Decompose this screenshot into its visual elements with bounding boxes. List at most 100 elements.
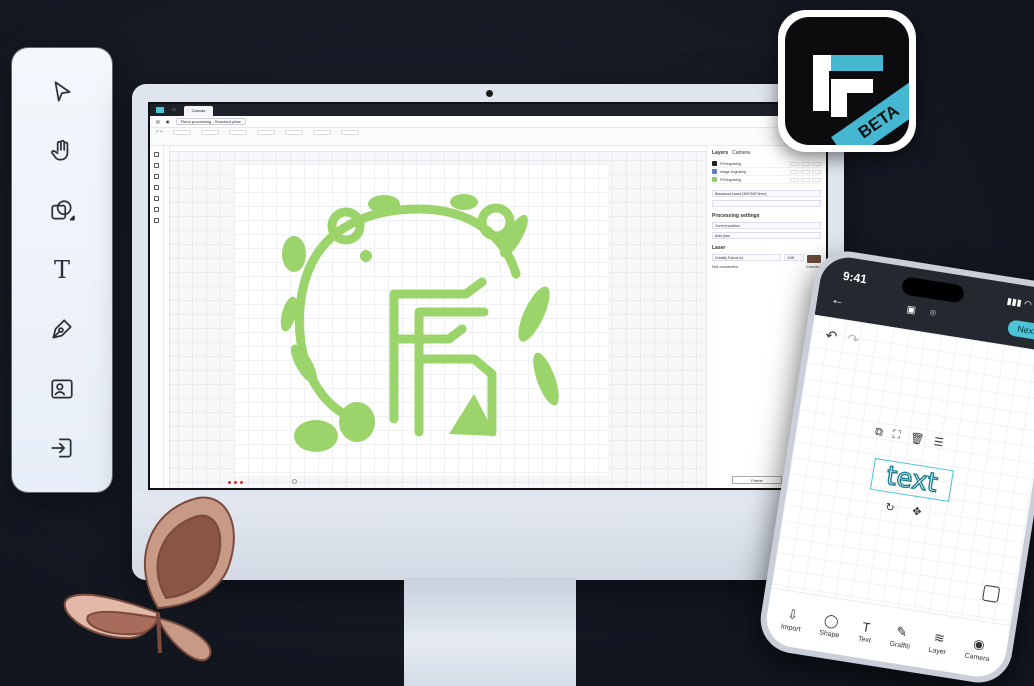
cursor-arrow-icon [54,81,71,102]
butterfly-decoration [63,496,235,662]
app-left-tools [150,146,164,488]
delete-icon[interactable]: 🗑 [909,431,925,446]
import-tool-button[interactable] [40,426,84,470]
ruler-horizontal [164,146,709,152]
nav-shape[interactable]: ◯ Shape [819,612,843,639]
text-tool-button[interactable]: T [40,248,84,292]
image-tool-button[interactable] [40,367,84,411]
undo-redo[interactable]: ↶ ↷ [156,130,163,134]
processing-section: Processing settings Current position Aut… [712,213,821,239]
layer-params[interactable] [790,177,821,182]
tab-layers[interactable]: Layers [712,150,728,156]
layer-name: Fill engraving [720,161,741,166]
brush-icon: ✎ [895,623,909,641]
fit-screen-icon[interactable] [981,584,1001,603]
select-tool-button[interactable] [40,70,84,114]
corner-field[interactable] [340,130,359,135]
properties-toolbar: ↶ ↷ [150,128,826,146]
app-logo-icon [156,107,164,113]
settings-icon[interactable]: ☰ [933,435,945,449]
mini-tool[interactable] [154,152,159,157]
design-canvas[interactable] [164,146,709,488]
size-field[interactable] [284,130,303,135]
status-icons: ▮▮▮ ◠ ▭ [1006,295,1034,312]
layer-name: Fill engraving [720,177,741,182]
save-icon[interactable]: ▣ [166,119,170,124]
shape-tool-button[interactable] [40,189,84,233]
camera-scan-icon[interactable]: ⌾ [929,308,937,320]
undo-icon[interactable]: ↶ [824,327,838,346]
frame-button[interactable]: Frame [732,476,782,484]
text-object[interactable]: text [869,457,954,503]
mini-tool[interactable] [154,185,159,190]
nav-import[interactable]: ⇩ Import [780,606,804,633]
rotate-field[interactable] [312,130,331,135]
work-area[interactable] [234,164,608,476]
home-icon[interactable]: ⌂ [172,107,176,113]
canvas-origin-marks [228,481,243,484]
tab-canvas[interactable]: Canvas [183,106,214,116]
mini-tool[interactable] [154,207,159,212]
nav-layer[interactable]: ≋ Layer [928,629,949,656]
device-icon[interactable]: ▣ [906,304,917,316]
mini-tool[interactable] [154,174,159,179]
redo-icon[interactable]: ↷ [846,330,860,349]
layer-row[interactable]: Fill engraving [712,176,821,184]
undo-icon[interactable]: ↶ ↷ [156,130,163,134]
status-time: 9:41 [841,268,868,287]
desktop-app-window: ⌂ Canvas ▤ ▣ Plane processing - Standard… [148,102,828,490]
app-icon: BETA [778,10,916,152]
import-icon [51,438,72,458]
file-selector[interactable]: Plane processing - Standard plate [175,118,246,125]
text-icon: T [53,255,70,284]
duplicate-icon[interactable]: ⧉ [874,426,884,440]
mini-tool[interactable] [154,196,159,201]
nav-text[interactable]: T Text [858,618,874,644]
transform-handles: ↻ ✥ [884,500,922,519]
nav-graffiti[interactable]: ✎ Graffiti [889,623,913,651]
position-field[interactable] [256,130,275,135]
mini-tool[interactable] [154,218,159,223]
mini-tool[interactable] [154,163,159,168]
zoom-control[interactable] [292,479,297,484]
laser-device-select[interactable]: Creality Falcon A1 [712,254,781,261]
hand-icon [51,140,69,161]
laser-power[interactable]: 10W [784,254,804,261]
layer-row[interactable]: Image engraving [712,168,821,176]
app-menubar: ▤ ▣ Plane processing - Standard plate [150,116,826,128]
header-actions: ▣ ⌾ [906,304,937,319]
material-section: Basswood board (300*300*3mm) [712,190,821,207]
pan-tool-button[interactable] [40,129,84,173]
monitor-stand [404,578,576,686]
nav-label: Text [857,635,872,644]
tab-camera[interactable]: Camera [732,150,750,156]
object-actions: ⧉ ⛶ 🗑 ☰ [874,426,945,450]
layer-row[interactable]: Fill engraving [712,160,821,168]
next-button[interactable]: Next [1007,319,1034,341]
app-titlebar: ⌂ Canvas [150,104,826,116]
nav-camera[interactable]: ◉ Camera [964,635,993,664]
camera-dot [486,90,493,97]
start-position-select[interactable]: Current position [712,222,821,229]
prop-field[interactable] [172,130,191,135]
material-select[interactable]: Basswood board (300*300*3mm) [712,190,821,197]
move-handle-icon[interactable]: ✥ [911,505,922,519]
menu-icon[interactable]: ▤ [156,119,160,124]
back-arrow-icon[interactable]: ← [830,291,845,308]
pen-icon [52,319,72,339]
layer-params[interactable] [790,169,821,174]
rotate-handle-icon[interactable]: ↻ [884,500,895,514]
artwork-monogram[interactable] [234,164,608,476]
layer-color-swatch [712,161,717,166]
processing-title: Processing settings [712,213,760,219]
import-icon: ⇩ [786,606,800,623]
phone-canvas[interactable]: ↶ ↷ ⧉ ⛶ 🗑 ☰ text ↻ ✥ [771,314,1034,626]
pen-tool-button[interactable] [40,307,84,351]
crop-icon[interactable]: ⛶ [892,428,901,442]
prop-field[interactable] [228,130,247,135]
prop-field[interactable] [200,130,219,135]
app-icon-background: BETA [785,17,909,145]
thickness-field[interactable] [712,200,821,207]
processing-mode-select[interactable]: Auto plan [712,232,821,239]
layer-params[interactable] [790,161,821,166]
